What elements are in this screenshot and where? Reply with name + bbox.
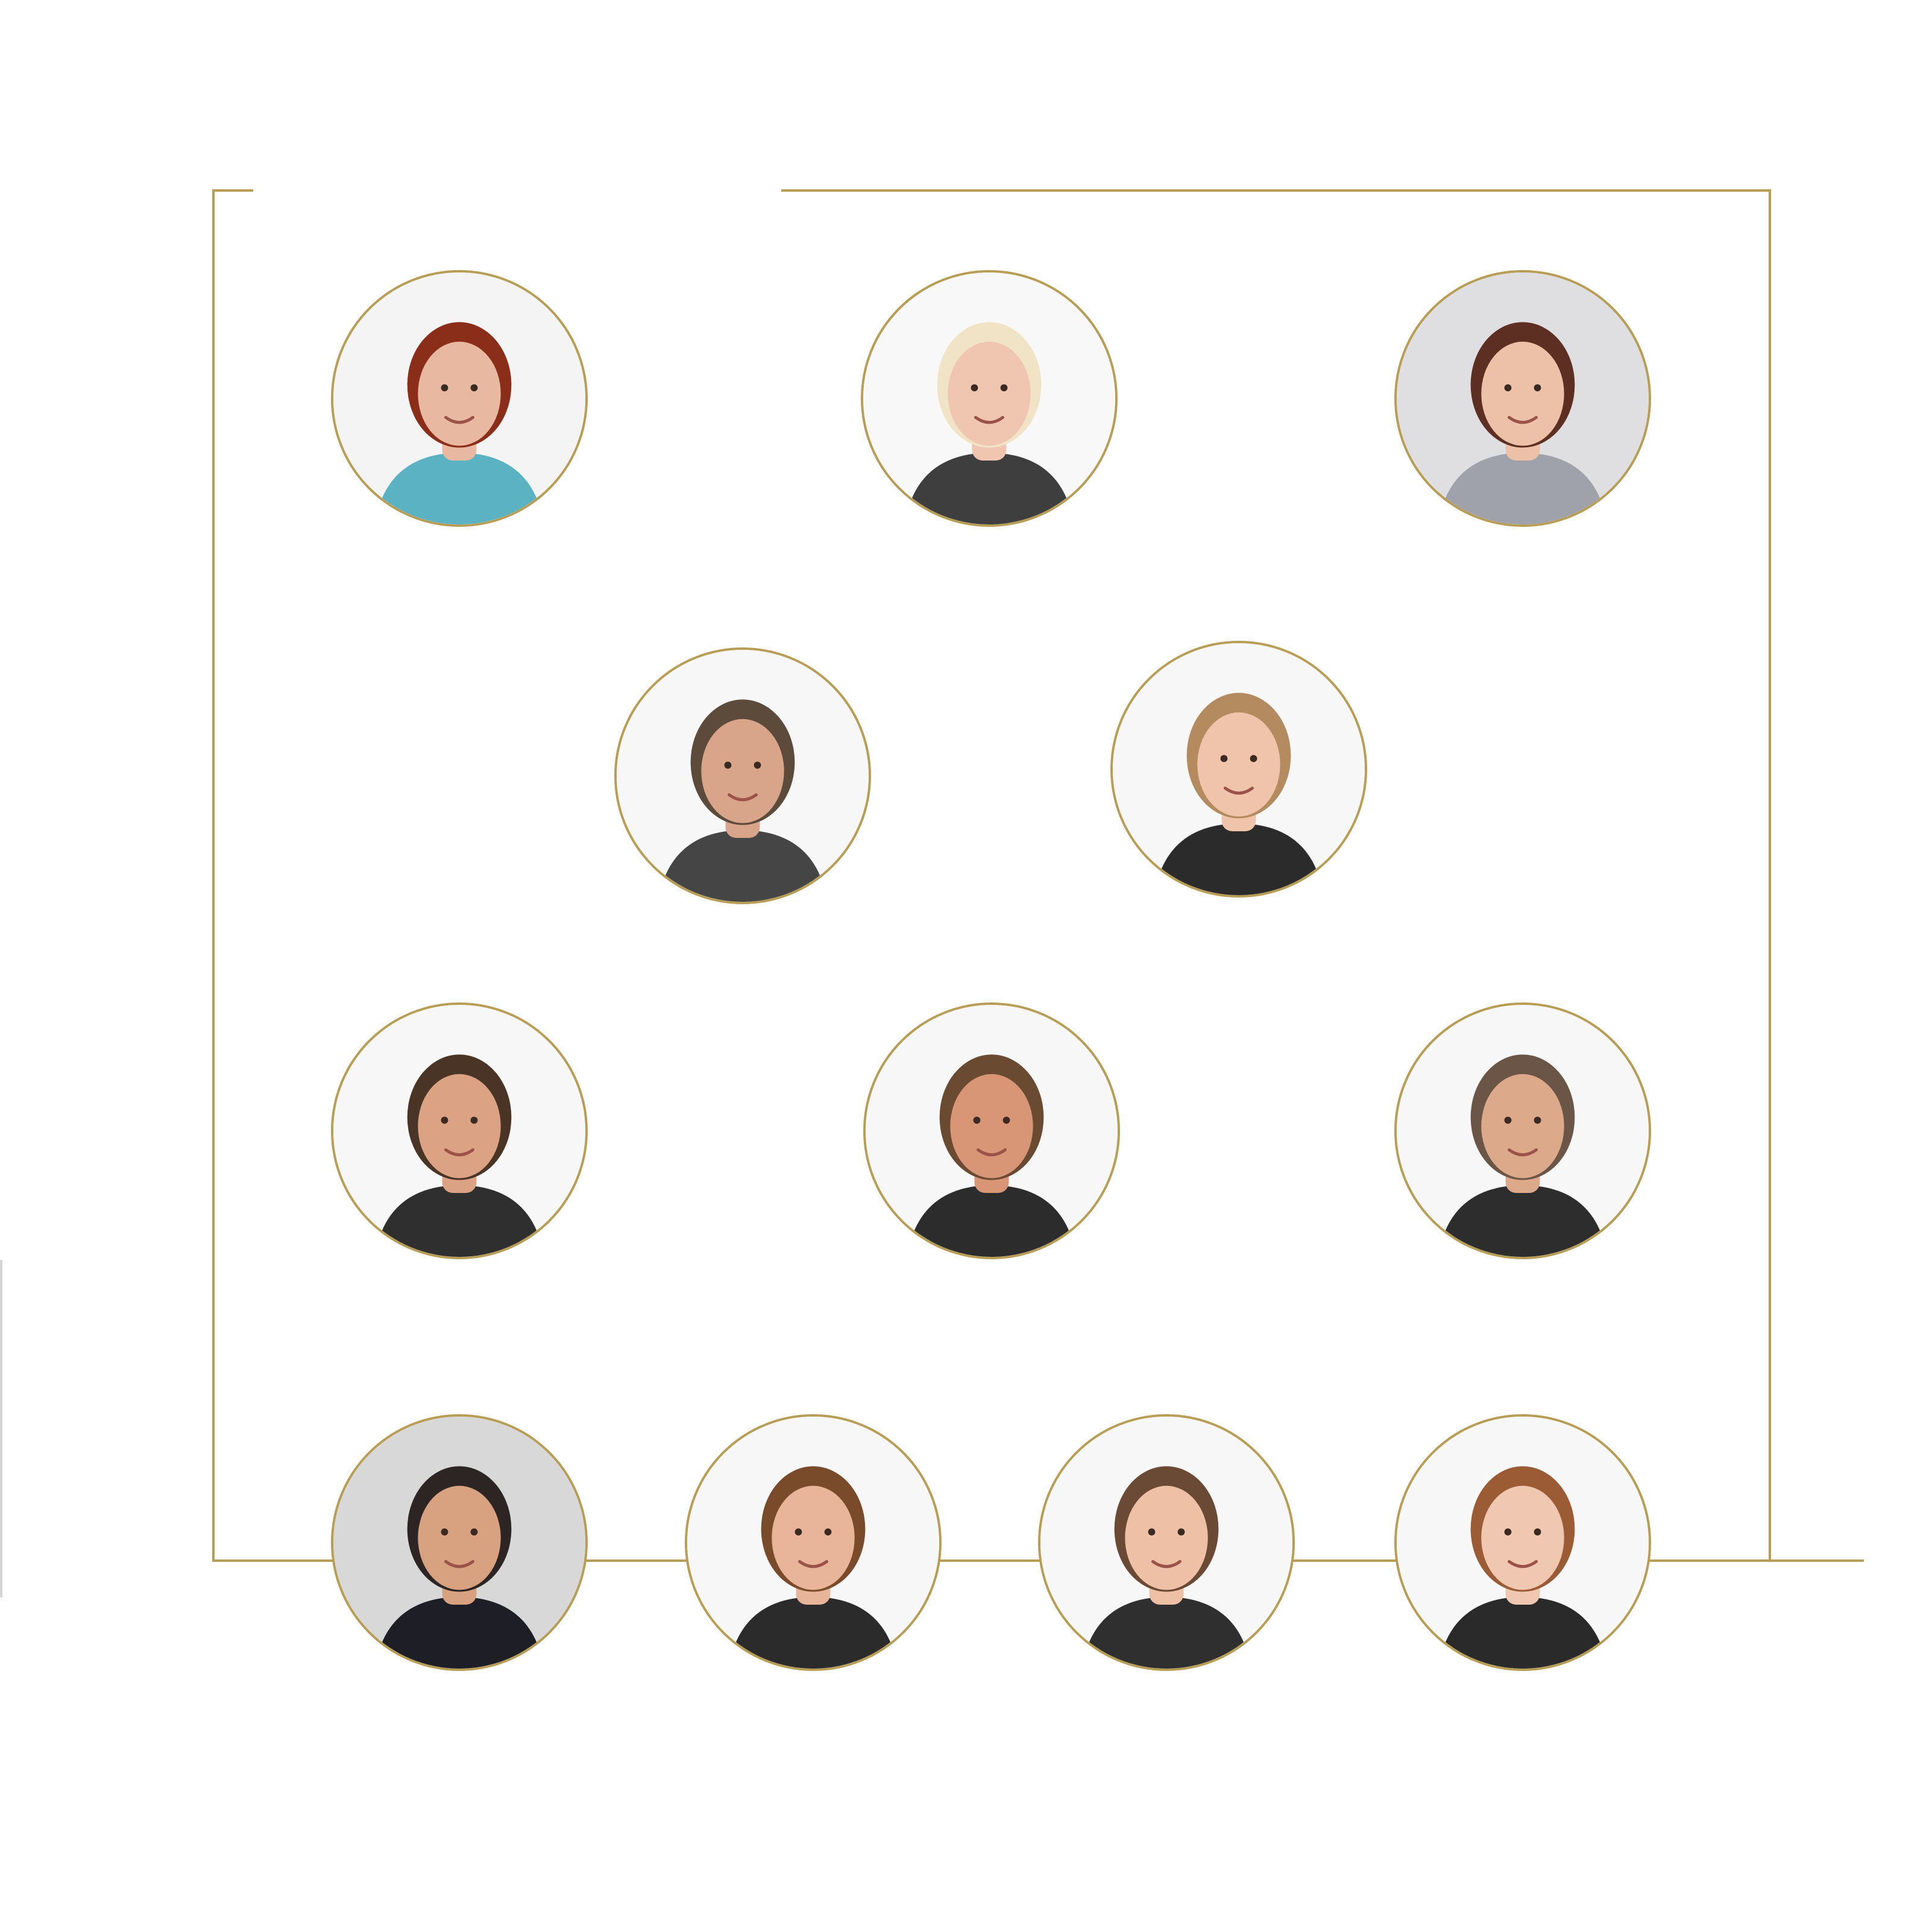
portrait-eye-right	[1002, 1116, 1010, 1124]
portrait-face	[772, 1485, 855, 1590]
portrait-woman-ponytail	[1394, 1414, 1651, 1671]
portrait-face	[950, 1074, 1033, 1178]
portrait-woman-blonde-hair	[861, 270, 1118, 527]
team-photo-layout	[0, 0, 1932, 1932]
portrait-face	[1197, 712, 1280, 817]
portrait-face	[1481, 1074, 1564, 1178]
portrait-image	[333, 1417, 585, 1669]
portrait-face	[418, 341, 501, 446]
portrait-image	[866, 1005, 1118, 1257]
portrait-image	[1113, 643, 1365, 895]
portrait-eye-right	[1534, 384, 1541, 392]
portrait-eye-left	[1504, 1528, 1512, 1536]
portrait-man-headset-glasses	[614, 647, 871, 904]
portrait-eye-right	[1534, 1116, 1541, 1124]
portrait-young-man-long-hair	[685, 1414, 942, 1671]
portrait-man-curly-beard	[331, 1002, 588, 1259]
portrait-man-short-hair	[863, 1002, 1120, 1259]
portrait-face	[418, 1074, 501, 1178]
portrait-eye-left	[441, 1116, 448, 1124]
portrait-face	[1481, 341, 1564, 446]
portrait-image	[1040, 1417, 1292, 1669]
portrait-eye-left	[1504, 1116, 1512, 1124]
portrait-eye-left	[1504, 384, 1512, 392]
portrait-image	[687, 1417, 939, 1669]
portrait-man-suit	[331, 1414, 588, 1671]
portrait-face	[701, 719, 784, 823]
portrait-eye-right	[470, 384, 478, 392]
portrait-eye-left	[1148, 1528, 1156, 1536]
portrait-man-bald-smile	[1394, 1002, 1651, 1259]
portrait-eye-right	[470, 1116, 478, 1124]
portrait-eye-left	[795, 1528, 802, 1536]
portrait-eye-left	[724, 761, 732, 769]
portrait-woman-brown-hair	[1394, 270, 1651, 527]
portrait-woman-updo	[1038, 1414, 1295, 1671]
portrait-eye-left	[971, 384, 978, 392]
portrait-eye-left	[1220, 755, 1228, 763]
portrait-eye-right	[824, 1528, 832, 1536]
left-edge-line	[0, 1260, 2, 1597]
portrait-image	[333, 1005, 585, 1257]
portrait-eye-right	[470, 1528, 478, 1536]
portrait-eye-right	[1177, 1528, 1185, 1536]
portrait-image	[1397, 272, 1649, 524]
portrait-face	[1481, 1485, 1564, 1590]
portrait-eye-left	[973, 1116, 981, 1124]
portrait-eye-right	[1000, 384, 1008, 392]
portrait-face	[1125, 1485, 1208, 1590]
portrait-eye-left	[441, 1528, 448, 1536]
portrait-woman-red-hair	[331, 270, 588, 527]
portrait-eye-right	[1250, 755, 1257, 763]
portrait-eye-left	[441, 384, 448, 392]
portrait-image	[333, 272, 585, 524]
portrait-eye-right	[1534, 1528, 1541, 1536]
portrait-image	[617, 650, 869, 902]
portrait-face	[948, 341, 1031, 446]
portrait-image	[1397, 1417, 1649, 1669]
portrait-face	[418, 1485, 501, 1590]
portrait-young-man-blond	[1110, 641, 1367, 898]
portrait-image	[1397, 1005, 1649, 1257]
portrait-image	[863, 272, 1115, 524]
portrait-eye-right	[754, 761, 761, 769]
